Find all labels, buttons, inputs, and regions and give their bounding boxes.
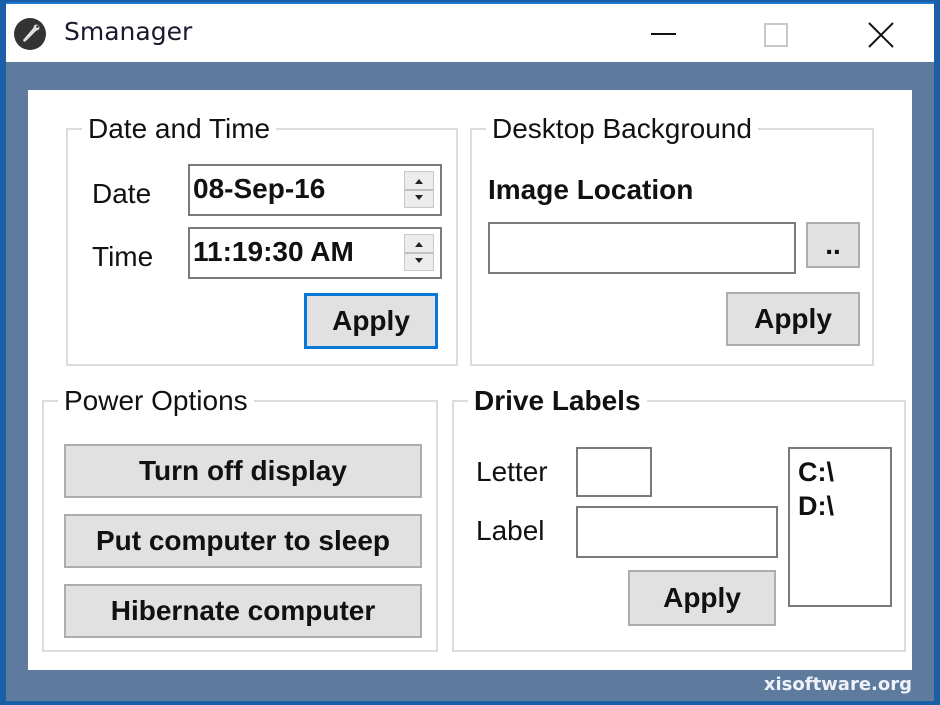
hibernate-button[interactable]: Hibernate computer (64, 584, 422, 638)
time-label: Time (92, 241, 154, 272)
maximize-button[interactable] (736, 4, 816, 62)
minimize-button[interactable] (624, 4, 704, 62)
desktop-background-apply-button[interactable]: Apply (726, 292, 860, 346)
label-label: Label (476, 515, 545, 546)
date-value: 08-Sep-16 (193, 173, 326, 204)
date-picker[interactable]: 08-Sep-16 (188, 164, 442, 216)
close-button[interactable] (841, 4, 921, 62)
letter-input[interactable] (576, 447, 652, 497)
power-options-group-label: Power Options (58, 385, 254, 417)
desktop-background-group-label: Desktop Background (486, 113, 758, 145)
time-spin-down[interactable] (405, 254, 433, 271)
letter-label: Letter (476, 456, 548, 487)
arrow-down-icon (415, 258, 423, 263)
drive-list-item[interactable]: C:\ (798, 455, 890, 489)
browse-button[interactable]: .. (806, 222, 860, 268)
arrow-down-icon (415, 195, 423, 200)
image-location-input[interactable] (488, 222, 796, 274)
time-spin-up[interactable] (405, 235, 433, 254)
turn-off-display-button[interactable]: Turn off display (64, 444, 422, 498)
drive-list[interactable]: C:\ D:\ (788, 447, 892, 607)
desktop-background-group: Desktop Background Image Location .. App… (470, 113, 874, 366)
power-options-group: Power Options Turn off display Put compu… (42, 385, 438, 652)
title-bar[interactable]: Smanager (6, 4, 934, 62)
date-spin-up[interactable] (405, 172, 433, 191)
arrow-up-icon (415, 242, 423, 247)
wrench-icon (14, 18, 46, 50)
drive-labels-apply-button[interactable]: Apply (628, 570, 776, 626)
app-window: Smanager Date and Time Date 08-Sep-16 Ti… (6, 2, 934, 701)
date-time-group: Date and Time Date 08-Sep-16 Time 11:19:… (66, 113, 458, 366)
window-title: Smanager (64, 17, 193, 46)
close-icon (868, 22, 894, 48)
date-time-apply-button[interactable]: Apply (304, 293, 438, 349)
maximize-icon (764, 23, 788, 47)
date-spin-down[interactable] (405, 191, 433, 208)
image-location-label: Image Location (488, 174, 694, 205)
time-value: 11:19:30 AM (193, 236, 354, 267)
drive-list-item[interactable]: D:\ (798, 489, 890, 523)
time-picker[interactable]: 11:19:30 AM (188, 227, 442, 279)
watermark: xisoftware.org (763, 674, 912, 695)
drive-labels-group: Drive Labels Letter Label Apply C:\ D:\ (452, 385, 906, 652)
sleep-button[interactable]: Put computer to sleep (64, 514, 422, 568)
minimize-icon (651, 33, 676, 35)
client-area: Date and Time Date 08-Sep-16 Time 11:19:… (28, 90, 912, 670)
drive-labels-group-label: Drive Labels (468, 385, 647, 417)
date-spinner[interactable] (404, 171, 434, 208)
date-label: Date (92, 178, 152, 209)
time-spinner[interactable] (404, 234, 434, 271)
arrow-up-icon (415, 179, 423, 184)
date-time-group-label: Date and Time (82, 113, 277, 145)
label-input[interactable] (576, 506, 778, 558)
